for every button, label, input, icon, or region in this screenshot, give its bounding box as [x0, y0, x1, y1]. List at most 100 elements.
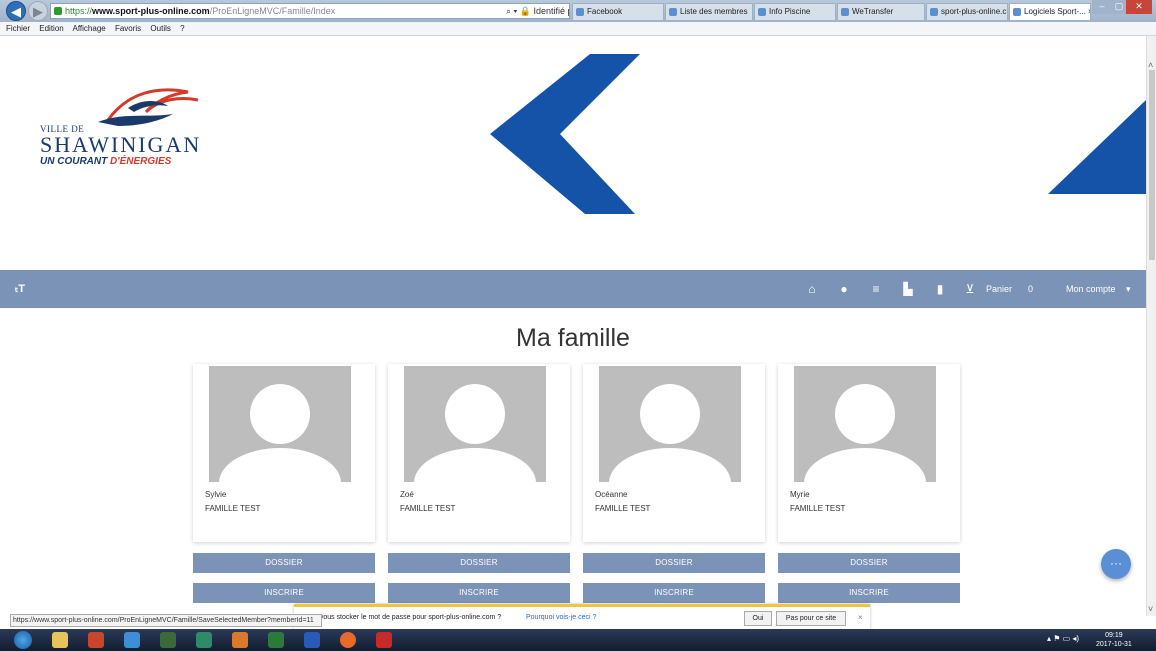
page-title: Ma famille [516, 324, 630, 352]
member-card[interactable]: Océanne FAMILLE TEST [583, 364, 765, 542]
address-bar[interactable]: https://www.sport-plus-online.com/ProEnL… [50, 3, 570, 19]
list-icon[interactable]: ≡ [868, 281, 884, 297]
clock[interactable]: 09:19 2017-10-31 [1096, 631, 1132, 649]
logo-slogan-b: D'ÉNERGIES [110, 156, 172, 167]
member-first-name: Zoé [400, 490, 414, 499]
member-card[interactable]: Sylvie FAMILLE TEST [193, 364, 375, 542]
menu-affichage[interactable]: Affichage [73, 24, 106, 33]
publisher-icon[interactable] [196, 632, 212, 648]
city-logo[interactable]: VILLE DE SHAWINIGAN UN COURANT D'ÉNERGIE… [38, 82, 208, 172]
banner-chevron-shape [490, 54, 640, 214]
scroll-up-icon[interactable]: ˄ [1148, 60, 1153, 70]
minimize-button[interactable]: ‒ [1092, 0, 1112, 14]
file-explorer-icon[interactable] [52, 632, 68, 648]
save-password-yes-button[interactable]: Oui [744, 611, 772, 626]
member-first-name: Sylvie [205, 490, 227, 499]
cart-label[interactable]: Panier [986, 282, 1012, 296]
tab-label: WeTransfer [852, 7, 894, 16]
menu-edition[interactable]: Edition [39, 24, 63, 33]
close-prompt-icon[interactable]: × [858, 613, 863, 622]
facebook-icon [576, 8, 584, 16]
member-card[interactable]: Zoé FAMILLE TEST [388, 364, 570, 542]
tab-label: Logiciels Sport-... × [1024, 7, 1091, 16]
media-player-icon[interactable] [88, 632, 104, 648]
inscrire-button[interactable]: INSCRIRE [193, 583, 375, 603]
acrobat-icon[interactable] [376, 632, 392, 648]
member-last-name: FAMILLE TEST [595, 504, 651, 513]
account-caret-icon[interactable]: ▾ [1126, 282, 1131, 296]
cart-icon[interactable]: ⊻ [962, 281, 978, 297]
tab-sport-plus[interactable]: sport-plus-online.c... [926, 3, 1008, 20]
address-tools[interactable]: ⌕ ▾ 🔒 Identifié par Entrust.net C [506, 4, 569, 18]
inscrire-button[interactable]: INSCRIRE [583, 583, 765, 603]
menu-outils[interactable]: Outils [150, 24, 170, 33]
viewer-icon[interactable] [160, 632, 176, 648]
scroll-down-icon[interactable]: ˅ [1148, 604, 1153, 614]
member-last-name: FAMILLE TEST [790, 504, 846, 513]
save-password-never-button[interactable]: Pas pour ce site [776, 611, 846, 626]
powerpoint-icon[interactable] [232, 632, 248, 648]
logo-slogan: UN COURANT D'ÉNERGIES [40, 156, 171, 167]
menu-fichier[interactable]: Fichier [6, 24, 30, 33]
password-save-prompt: z-vous stocker le mot de passe pour spor… [294, 604, 870, 630]
banner-triangle-shape [1048, 100, 1146, 194]
url-scheme: https:// [65, 6, 93, 16]
wetransfer-icon [841, 8, 849, 16]
location-pin-icon[interactable]: ● [836, 281, 852, 297]
logo-slogan-a: UN COURANT [40, 156, 108, 167]
clock-date: 2017-10-31 [1096, 641, 1132, 648]
why-link[interactable]: Pourquoi vois-je ceci ? [526, 614, 596, 621]
more-options-button[interactable]: ··· [1101, 549, 1131, 579]
menu-favoris[interactable]: Favoris [115, 24, 141, 33]
start-button[interactable] [14, 631, 32, 649]
menu-help[interactable]: ? [180, 24, 184, 33]
page-icon [930, 8, 938, 16]
url-host: www.sport-plus-online.com [92, 6, 210, 16]
excel-icon[interactable] [268, 632, 284, 648]
dossier-button[interactable]: DOSSIER [388, 553, 570, 573]
forward-button[interactable]: ▶ [28, 1, 48, 21]
menu-bar: Fichier Edition Affichage Favoris Outils… [0, 22, 1156, 36]
member-card[interactable]: Myrie FAMILLE TEST [778, 364, 960, 542]
avatar-placeholder-icon [209, 366, 351, 482]
word-icon[interactable] [304, 632, 320, 648]
avatar-placeholder-icon [599, 366, 741, 482]
thumbs-up-icon[interactable]: ▙ [900, 281, 916, 297]
close-window-button[interactable]: ✕ [1126, 0, 1152, 14]
firefox-icon[interactable] [340, 632, 356, 648]
cart-count: 0 [1028, 284, 1034, 294]
ie-icon [1013, 8, 1021, 16]
tab-facebook[interactable]: Facebook [572, 3, 664, 20]
card-icon[interactable]: ▮ [932, 281, 948, 297]
member-first-name: Océanne [595, 490, 628, 499]
tab-logiciels-sport[interactable]: Logiciels Sport-... × [1009, 3, 1091, 20]
vertical-scrollbar[interactable]: ˄ ˅ [1146, 36, 1156, 616]
inscrire-button[interactable]: INSCRIRE [778, 583, 960, 603]
logo-name: SHAWINIGAN [40, 132, 202, 157]
windows-taskbar: ▴ ⚑ ▭ ◂) 09:19 2017-10-31 [0, 629, 1156, 651]
tab-label: sport-plus-online.c... [941, 7, 1008, 16]
page-icon [669, 8, 677, 16]
maximize-button[interactable]: ▢ [1112, 0, 1126, 14]
back-button[interactable]: ◀ [6, 1, 26, 21]
internet-explorer-icon[interactable] [124, 632, 140, 648]
password-prompt-message: z-vous stocker le mot de passe pour spor… [314, 614, 502, 621]
scroll-thumb[interactable] [1149, 70, 1155, 260]
member-last-name: FAMILLE TEST [400, 504, 456, 513]
dossier-button[interactable]: DOSSIER [778, 553, 960, 573]
tab-liste-membres[interactable]: Liste des membres [665, 3, 753, 20]
account-menu[interactable]: Mon compte [1066, 282, 1116, 296]
system-tray[interactable]: ▴ ⚑ ▭ ◂) [1047, 634, 1079, 643]
tab-info-piscine[interactable]: Info Piscine [754, 3, 836, 20]
dossier-button[interactable]: DOSSIER [193, 553, 375, 573]
tab-label: Facebook [587, 7, 623, 16]
member-first-name: Myrie [790, 490, 810, 499]
tab-label: Liste des membres [680, 7, 748, 16]
text-size-icon[interactable]: ₜT [12, 281, 28, 297]
dossier-button[interactable]: DOSSIER [583, 553, 765, 573]
inscrire-button[interactable]: INSCRIRE [388, 583, 570, 603]
clock-time: 09:19 [1105, 632, 1123, 639]
tab-wetransfer[interactable]: WeTransfer [837, 3, 925, 20]
secure-lock-icon [54, 7, 62, 15]
home-icon[interactable]: ⌂ [804, 281, 820, 297]
